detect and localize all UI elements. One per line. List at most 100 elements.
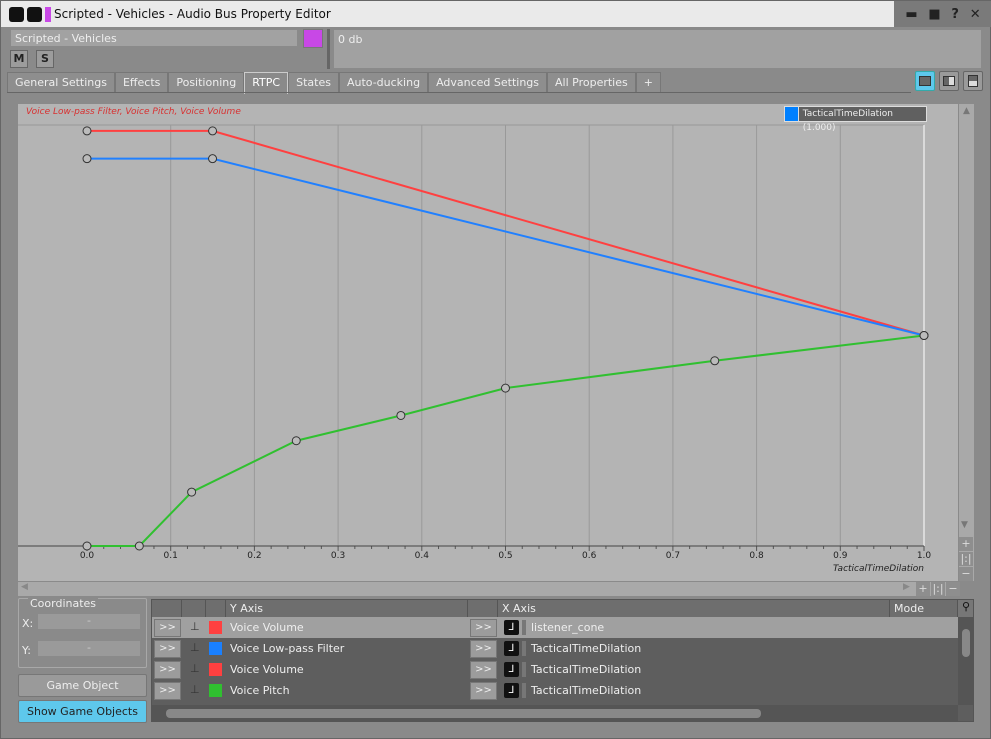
pin-icon[interactable]: ⊥ — [190, 641, 200, 654]
x-axis-parameter[interactable]: TacticalTimeDilation — [531, 638, 641, 659]
tab-add[interactable]: + — [635, 72, 661, 93]
curve-point[interactable] — [396, 410, 406, 420]
mode-header[interactable]: Mode — [890, 600, 958, 617]
tab-all-properties[interactable]: All Properties — [547, 72, 636, 93]
x-axis-parameter[interactable]: TacticalTimeDilation — [531, 680, 641, 701]
object-name-field[interactable]: Scripted - Vehicles — [10, 29, 298, 47]
expand-x-button[interactable]: >> — [470, 682, 497, 700]
show-game-objects-button[interactable]: Show Game Objects — [18, 700, 147, 723]
save-icon[interactable]: ■ — [928, 7, 940, 22]
header-cell — [182, 600, 206, 617]
expand-x-button[interactable]: >> — [470, 661, 497, 679]
scroll-down-icon[interactable]: ▼ — [961, 520, 968, 530]
curve-point[interactable] — [82, 154, 92, 164]
help-icon[interactable]: ? — [951, 7, 959, 22]
curve-point[interactable] — [208, 126, 218, 136]
mute-button[interactable]: M — [10, 50, 28, 68]
scroll-right-icon[interactable]: ▶ — [903, 582, 910, 592]
game-object-explorer-button[interactable]: Game Object Explorer... — [18, 674, 147, 713]
y-axis-property[interactable]: Voice Pitch — [230, 680, 290, 701]
layout-split-vertical-button[interactable] — [963, 71, 983, 91]
tab-bar: General Settings Effects Positioning RTPC St… — [7, 72, 661, 94]
tab-advanced-settings[interactable]: Advanced Settings — [428, 72, 548, 93]
tab-states[interactable]: States — [288, 72, 339, 93]
curve-color-swatch[interactable] — [209, 663, 222, 676]
color-picker[interactable] — [303, 29, 323, 48]
x-coordinate-field[interactable]: - — [37, 613, 141, 630]
solo-button[interactable]: S — [36, 50, 54, 68]
pin-icon[interactable]: ⊥ — [190, 683, 200, 696]
folder-open-icon[interactable]: ▬ — [905, 7, 917, 22]
zoom-in-x-button[interactable]: + — [916, 582, 930, 596]
curve-point[interactable] — [919, 331, 929, 340]
pin-icon[interactable]: ⊥ — [190, 662, 200, 675]
table-vertical-scrollbar[interactable] — [958, 617, 973, 705]
x-tick-label: 0.1 — [164, 551, 178, 561]
layout-single-button[interactable] — [915, 71, 935, 91]
scroll-up-icon[interactable]: ▲ — [959, 104, 974, 116]
tab-general-settings[interactable]: General Settings — [7, 72, 115, 93]
zoom-fit-y-button[interactable]: |:| — [959, 552, 973, 566]
y-axis-property[interactable]: Voice Volume — [230, 617, 304, 638]
expand-x-button[interactable]: >> — [470, 640, 497, 658]
curve-point[interactable] — [501, 383, 510, 393]
tab-effects[interactable]: Effects — [114, 72, 169, 93]
window-buttons: ▬ ■ ? ✕ — [894, 1, 991, 27]
expand-x-button[interactable]: >> — [470, 619, 497, 637]
table-row[interactable] — [152, 701, 958, 704]
curve-point[interactable] — [134, 541, 144, 551]
table-row[interactable]: >> ⊥ Voice Volume >> ⅃ listener_cone — [152, 617, 958, 638]
curve-point[interactable] — [208, 154, 218, 164]
x-axis-parameter[interactable]: listener_cone — [531, 617, 604, 638]
scroll-thumb[interactable] — [962, 629, 970, 657]
curve-color-swatch[interactable] — [209, 621, 222, 634]
expand-y-button[interactable]: >> — [154, 619, 181, 637]
scroll-thumb[interactable] — [166, 709, 761, 718]
curve-point[interactable] — [291, 436, 301, 446]
x-tick-label: 0.2 — [247, 551, 261, 561]
expand-y-button[interactable]: >> — [154, 682, 181, 700]
header-cell — [468, 600, 498, 617]
x-tick-label: 0.4 — [415, 551, 430, 561]
expand-y-button[interactable]: >> — [154, 661, 181, 679]
game-parameter-icon: ⅃ — [504, 620, 519, 635]
y-axis-property[interactable]: Voice Low-pass Filter — [230, 638, 344, 659]
close-icon[interactable]: ✕ — [970, 7, 981, 22]
vertical-scrollbar[interactable]: ▲ ▼ + |:| − — [959, 104, 974, 581]
curve-point[interactable] — [82, 541, 92, 551]
tab-rtpc[interactable]: RTPC — [244, 72, 289, 94]
splitter[interactable] — [327, 29, 330, 69]
rtpc-graph[interactable]: Voice Low-pass Filter, Voice Pitch, Voic… — [18, 104, 958, 581]
zoom-in-y-button[interactable]: + — [959, 537, 973, 551]
horizontal-scrollbar[interactable]: ◀ ▶ + |:| − — [18, 582, 960, 596]
expand-y-button[interactable]: >> — [154, 640, 181, 658]
tab-auto-ducking[interactable]: Auto-ducking — [338, 72, 429, 93]
table-row[interactable]: >> ⊥ Voice Pitch >> ⅃ TacticalTimeDilati… — [152, 680, 958, 701]
curve-point[interactable] — [710, 356, 720, 366]
zoom-out-x-button[interactable]: − — [946, 582, 960, 596]
x-axis-parameter[interactable]: TacticalTimeDilation — [531, 659, 641, 680]
scroll-left-icon[interactable]: ◀ — [21, 582, 28, 592]
zoom-fit-x-button[interactable]: |:| — [931, 582, 945, 596]
table-row[interactable]: >> ⊥ Voice Volume >> ⅃ TacticalTimeDilat… — [152, 659, 958, 680]
table-row[interactable]: >> ⊥ Voice Low-pass Filter >> ⅃ Tactical… — [152, 638, 958, 659]
curve-color-swatch[interactable] — [209, 684, 222, 697]
notes-field[interactable]: 0 db — [333, 29, 982, 69]
tab-positioning[interactable]: Positioning — [168, 72, 245, 93]
search-icon[interactable]: ⚲ — [958, 600, 973, 617]
zoom-out-y-button[interactable]: − — [959, 567, 973, 581]
curve-color-swatch[interactable] — [209, 642, 222, 655]
y-axis-header[interactable]: Y Axis — [226, 600, 468, 617]
title-bar: Scripted - Vehicles - Audio Bus Property… — [1, 1, 991, 27]
curve-point[interactable] — [82, 126, 92, 136]
y-axis-property[interactable]: Voice Volume — [230, 659, 304, 680]
x-axis-header[interactable]: X Axis — [498, 600, 890, 617]
curve-point[interactable] — [187, 487, 197, 497]
pin-icon[interactable]: ⊥ — [190, 620, 200, 633]
layout-split-horizontal-button[interactable] — [939, 71, 959, 91]
table-horizontal-scrollbar[interactable] — [152, 705, 958, 721]
y-coordinate-field[interactable]: - — [37, 640, 141, 657]
chart-svg[interactable]: 0.0 0.1 0.2 0.3 0.4 0.5 0.6 0.7 0.8 0.9 1.0 — [18, 104, 958, 581]
divider — [7, 92, 911, 93]
audio-bus-icon — [27, 7, 42, 22]
